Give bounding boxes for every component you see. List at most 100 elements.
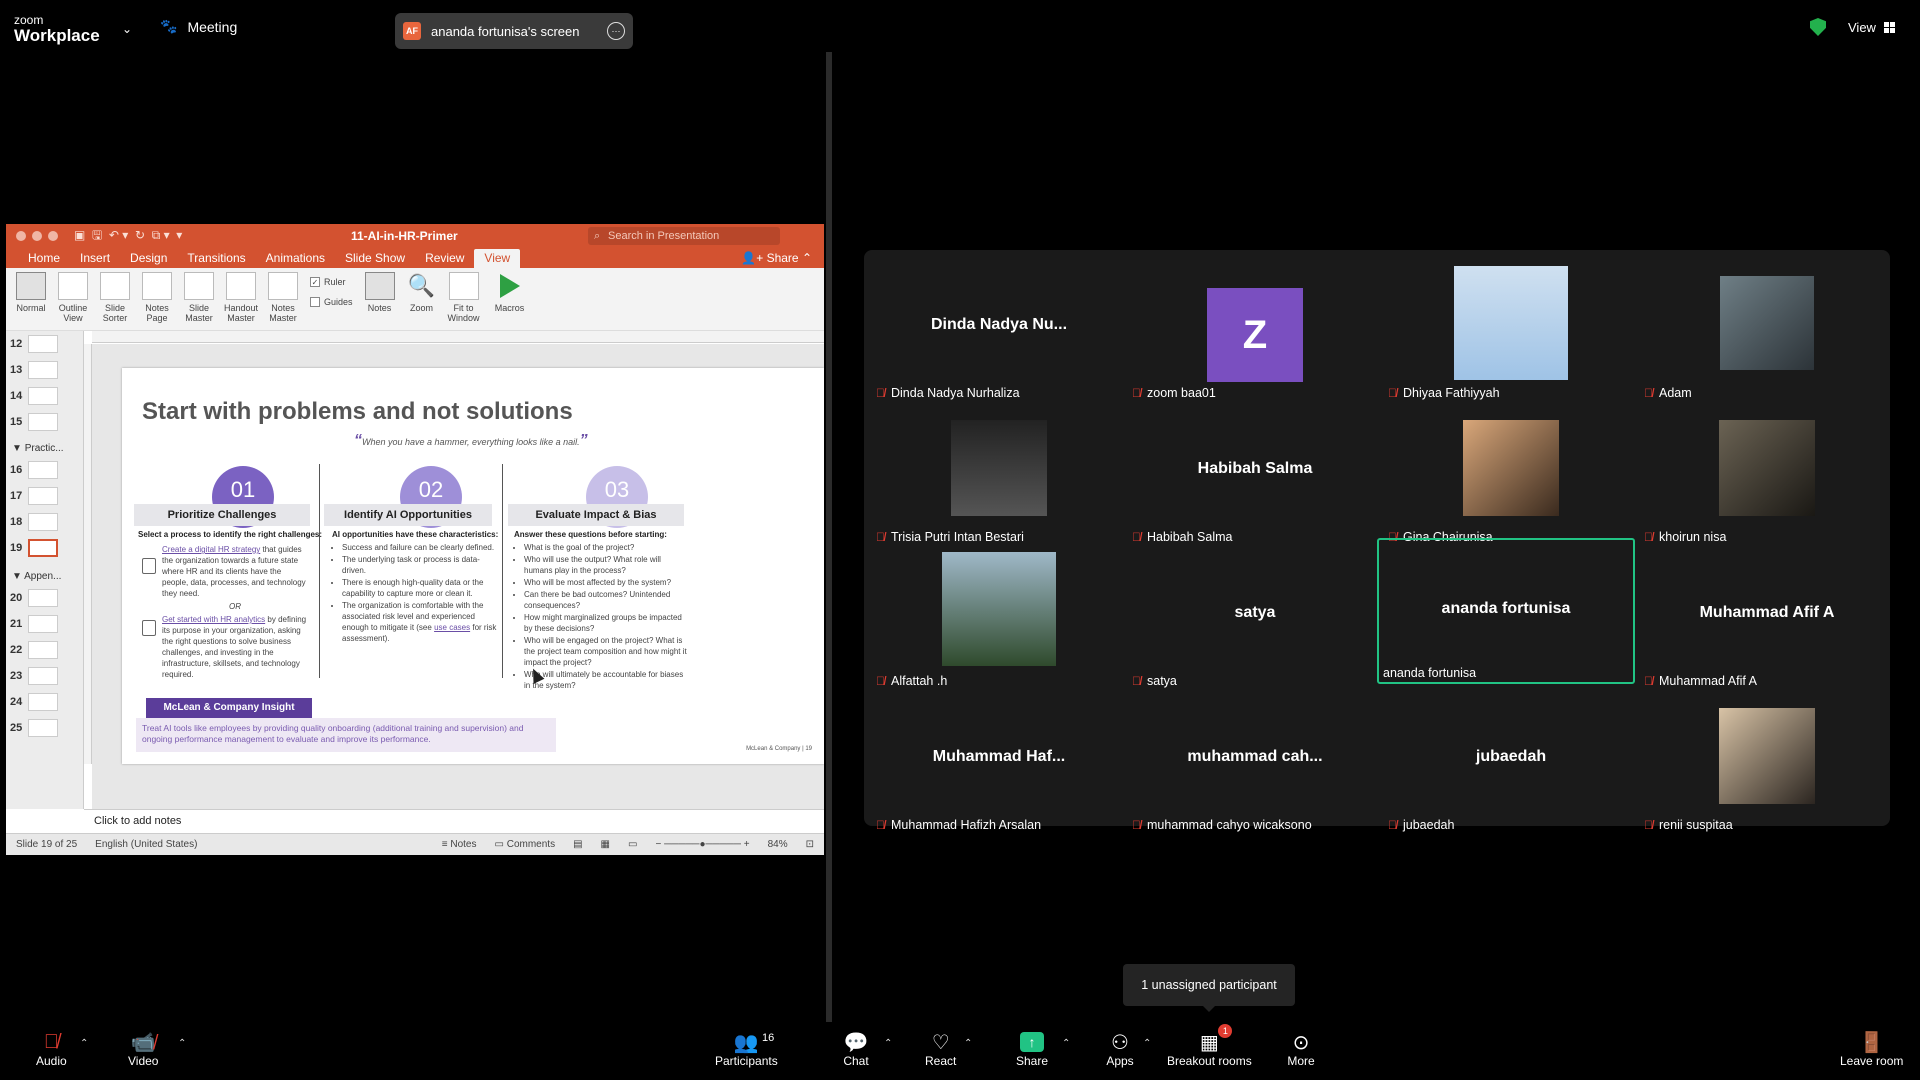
active-speaker-tile[interactable]: ananda fortunisa ananda fortunisa xyxy=(1377,538,1635,684)
participant-tile[interactable]: jubaedah 🎙̸ jubaedah xyxy=(1384,694,1638,834)
normal-view-icon[interactable]: ▤ xyxy=(573,839,582,850)
notes-toggle-button[interactable]: Notes xyxy=(361,272,399,330)
presenter-view-icon[interactable]: ▭ xyxy=(628,839,637,850)
apps-button[interactable]: ⚇ Apps xyxy=(1105,1030,1135,1069)
status-notes-button[interactable]: ≡ Notes xyxy=(442,839,477,850)
meeting-menu[interactable]: 🐾 Meeting xyxy=(160,18,237,35)
thumbnail-12[interactable]: 12 xyxy=(10,335,59,353)
participant-tile[interactable]: 🎙̸ renii suspitaa xyxy=(1640,694,1894,834)
column-1-heading: Prioritize Challenges xyxy=(134,504,310,526)
more-button[interactable]: ⊙ More xyxy=(1286,1030,1316,1069)
participant-tile[interactable]: Muhammad Haf... 🎙̸ Muhammad Hafizh Arsala… xyxy=(872,694,1126,834)
tab-review[interactable]: Review xyxy=(415,251,474,268)
thumbnail-16[interactable]: 16 xyxy=(10,461,59,479)
thumbnail-24[interactable]: 24 xyxy=(10,693,59,711)
notes-master-button[interactable]: Notes Master xyxy=(264,272,302,330)
thumbnail-25[interactable]: 25 xyxy=(10,719,59,737)
participant-tile[interactable]: 🎙̸ Trisia Putri Intan Bestari xyxy=(872,406,1126,546)
section-practice[interactable]: ▼ Practic... xyxy=(12,443,64,454)
ruler-checkbox[interactable]: ✓ Ruler xyxy=(310,272,353,292)
zoom-slider[interactable]: − ─────●───── + xyxy=(655,839,749,850)
chevron-down-icon[interactable]: ⌄ xyxy=(122,22,132,36)
section-appendix[interactable]: ▼ Appen... xyxy=(12,571,61,582)
thumbnail-20[interactable]: 20 xyxy=(10,589,59,607)
thumbnail-21[interactable]: 21 xyxy=(10,615,59,633)
use-cases-link[interactable]: use cases xyxy=(434,623,470,632)
thumbnail-14[interactable]: 14 xyxy=(10,387,59,405)
thumbnail-22[interactable]: 22 xyxy=(10,641,59,659)
participant-name-label: 🎙̸ renii suspitaa xyxy=(1644,818,1733,832)
zoom-window-button[interactable] xyxy=(48,231,58,241)
tab-home[interactable]: Home xyxy=(18,251,70,268)
participant-tile[interactable]: 🎙̸ Alfattah .h xyxy=(872,550,1126,690)
handout-master-button[interactable]: Handout Master xyxy=(222,272,260,330)
minimize-window-button[interactable] xyxy=(32,231,42,241)
thumbnail-15[interactable]: 15 xyxy=(10,413,59,431)
participant-tile[interactable]: Muhammad Afif A 🎙̸ Muhammad Afif A xyxy=(1640,550,1894,690)
breakout-rooms-button[interactable]: ▦ 1 Breakout rooms xyxy=(1167,1024,1252,1068)
more-options-icon[interactable]: ··· xyxy=(607,22,625,40)
outline-view-button[interactable]: Outline View xyxy=(54,272,92,330)
macros-button[interactable]: Macros xyxy=(487,272,533,330)
slide-master-button[interactable]: Slide Master xyxy=(180,272,218,330)
slide-sorter-button[interactable]: Slide Sorter xyxy=(96,272,134,330)
screen-share-pill[interactable]: AF ananda fortunisa's screen ··· xyxy=(395,13,633,49)
close-window-button[interactable] xyxy=(16,231,26,241)
notes-pane[interactable]: Click to add notes xyxy=(84,809,824,833)
sorter-view-icon[interactable]: ▦ xyxy=(601,839,610,850)
chat-button[interactable]: 💬 Chat xyxy=(841,1030,871,1069)
normal-view-button[interactable]: Normal xyxy=(12,272,50,330)
thumbnail-18[interactable]: 18 xyxy=(10,513,59,531)
thumbnail-13[interactable]: 13 xyxy=(10,361,59,379)
participant-tile[interactable]: 🎙̸ Adam xyxy=(1640,262,1894,402)
split-divider[interactable] xyxy=(826,52,832,1022)
participant-tile[interactable]: 🎙̸ Gina Chairunisa xyxy=(1384,406,1638,546)
digital-hr-strategy-link[interactable]: Create a digital HR strategy xyxy=(162,545,260,554)
tab-slide-show[interactable]: Slide Show xyxy=(335,251,415,268)
react-caret-icon[interactable]: ⌃ xyxy=(964,1038,972,1049)
tab-animations[interactable]: Animations xyxy=(256,251,335,268)
view-button[interactable]: View xyxy=(1848,20,1895,35)
participant-tile[interactable]: Dinda Nadya Nu... 🎙̸ Dinda Nadya Nurhaliz… xyxy=(872,262,1126,402)
status-comments-button[interactable]: ▭ Comments xyxy=(495,839,556,850)
slide-thumbnail-pane[interactable]: 12 13 14 15 ▼ Practic... 16 17 18 19 ▼ A… xyxy=(6,331,84,809)
participant-name: muhammad cahyo wicaksono xyxy=(1147,818,1312,832)
guides-checkbox[interactable]: Guides xyxy=(310,292,353,312)
zoom-dialog-button[interactable]: 🔍 Zoom xyxy=(403,272,441,330)
thumbnail-17[interactable]: 17 xyxy=(10,487,59,505)
zoom-percentage[interactable]: 84% xyxy=(768,839,788,850)
audio-caret-icon[interactable]: ⌃ xyxy=(80,1038,88,1049)
fit-to-window-button[interactable]: Fit to Window xyxy=(445,272,483,330)
share-caret-icon[interactable]: ⌃ xyxy=(1062,1038,1070,1049)
share-button[interactable]: ↑ Share xyxy=(1016,1030,1048,1068)
language-indicator[interactable]: English (United States) xyxy=(95,839,197,850)
audio-button[interactable]: 🎙̸ Audio xyxy=(36,1030,67,1069)
tab-view[interactable]: View xyxy=(474,249,521,268)
thumbnail-19[interactable]: 19 xyxy=(10,539,59,557)
participant-tile[interactable]: Habibah Salma 🎙̸ Habibah Salma xyxy=(1128,406,1382,546)
react-button[interactable]: ♡ React xyxy=(925,1030,956,1069)
video-button[interactable]: 📹̸ Video xyxy=(128,1030,158,1069)
mic-muted-icon: 🎙̸ xyxy=(876,818,885,832)
zoom-logo[interactable]: zoom Workplace xyxy=(14,14,100,44)
security-shield-icon[interactable] xyxy=(1810,18,1826,36)
tab-design[interactable]: Design xyxy=(120,251,177,268)
participant-tile[interactable]: satya 🎙̸ satya xyxy=(1128,550,1382,690)
participant-tile[interactable]: 🎙̸ Dhiyaa Fathiyyah xyxy=(1384,262,1638,402)
fit-slide-icon[interactable]: ⊡ xyxy=(806,839,814,850)
participant-tile[interactable]: 🎙̸ khoirun nisa xyxy=(1640,406,1894,546)
tab-insert[interactable]: Insert xyxy=(70,251,120,268)
video-caret-icon[interactable]: ⌃ xyxy=(178,1038,186,1049)
hr-analytics-link[interactable]: Get started with HR analytics xyxy=(162,615,265,624)
tab-transitions[interactable]: Transitions xyxy=(177,251,255,268)
ppt-share-button[interactable]: 👤+ Share ⌃ xyxy=(741,251,812,265)
ppt-search-input[interactable]: Search in Presentation xyxy=(588,227,780,245)
chat-caret-icon[interactable]: ⌃ xyxy=(884,1038,892,1049)
leave-room-button[interactable]: 🚪 Leave room xyxy=(1840,1030,1903,1069)
participant-tile[interactable]: muhammad cah... 🎙̸ muhammad cahyo wicakso… xyxy=(1128,694,1382,834)
current-slide[interactable]: Start with problems and not solutions “W… xyxy=(122,368,824,764)
notes-page-button[interactable]: Notes Page xyxy=(138,272,176,330)
apps-caret-icon[interactable]: ⌃ xyxy=(1143,1038,1151,1049)
thumbnail-23[interactable]: 23 xyxy=(10,667,59,685)
participant-tile[interactable]: Z 🎙̸ zoom baa01 xyxy=(1128,262,1382,402)
